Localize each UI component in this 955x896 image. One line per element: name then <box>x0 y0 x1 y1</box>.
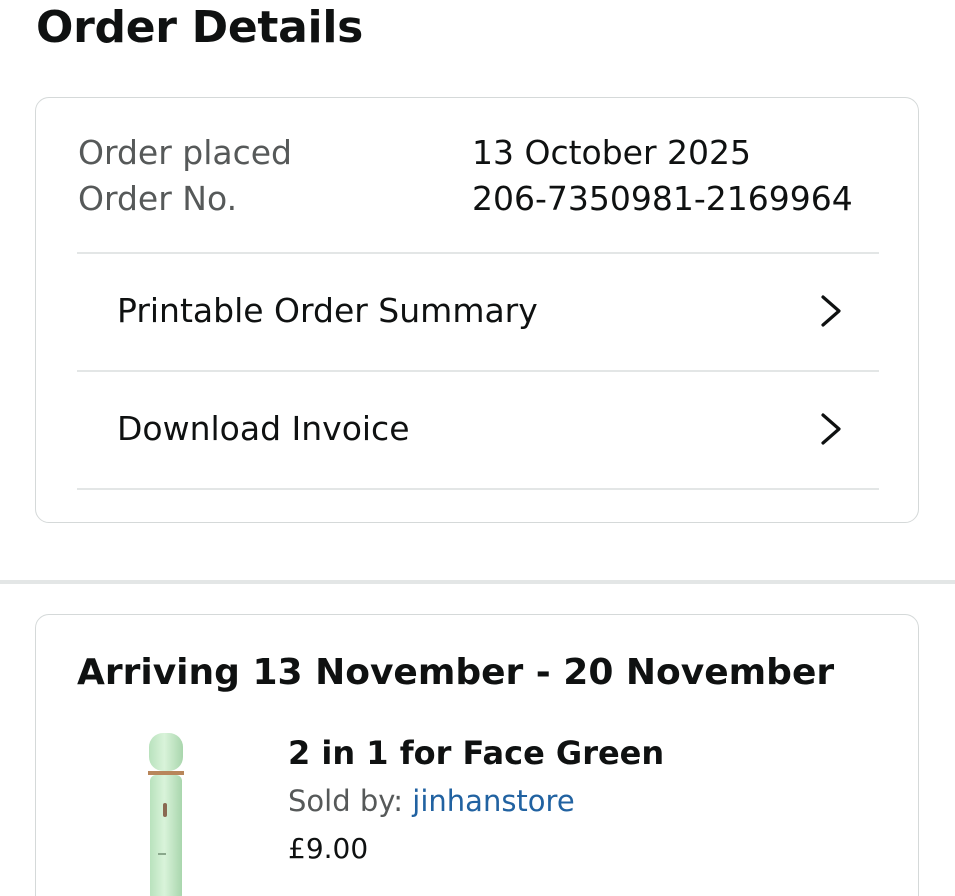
page-title: Order Details <box>36 2 364 53</box>
printable-order-summary-label: Printable Order Summary <box>117 291 538 330</box>
section-divider <box>0 580 955 584</box>
order-number-label: Order No. <box>78 179 238 218</box>
order-details-page: Order Details Order placed 13 October 20… <box>0 0 955 896</box>
order-placed-label: Order placed <box>78 133 293 172</box>
printable-order-summary-link[interactable]: Printable Order Summary <box>77 254 879 370</box>
delivery-estimate-title: Arriving 13 November - 20 November <box>77 652 835 693</box>
item-price: £9.00 <box>288 832 369 865</box>
order-number-row: Order No. 206-7350981-2169964 <box>78 176 853 222</box>
divider <box>77 488 879 490</box>
download-invoice-label: Download Invoice <box>117 409 410 448</box>
chevron-right-icon <box>821 295 841 327</box>
order-placed-row: Order placed 13 October 2025 <box>78 130 751 176</box>
sold-by: Sold by: jinhanstore <box>288 781 575 821</box>
order-number-value: 206-7350981-2169964 <box>472 179 853 218</box>
order-summary-card: Order placed 13 October 2025 Order No. 2… <box>35 97 919 523</box>
seller-link[interactable]: jinhanstore <box>412 784 574 818</box>
chevron-right-icon <box>821 413 841 445</box>
shipment-card: Arriving 13 November - 20 November 2 in … <box>35 614 919 896</box>
order-placed-value: 13 October 2025 <box>472 133 752 172</box>
sold-by-label: Sold by: <box>288 784 404 818</box>
product-image[interactable] <box>144 733 188 896</box>
download-invoice-link[interactable]: Download Invoice <box>77 372 879 488</box>
product-name[interactable]: 2 in 1 for Face Green <box>288 731 664 775</box>
